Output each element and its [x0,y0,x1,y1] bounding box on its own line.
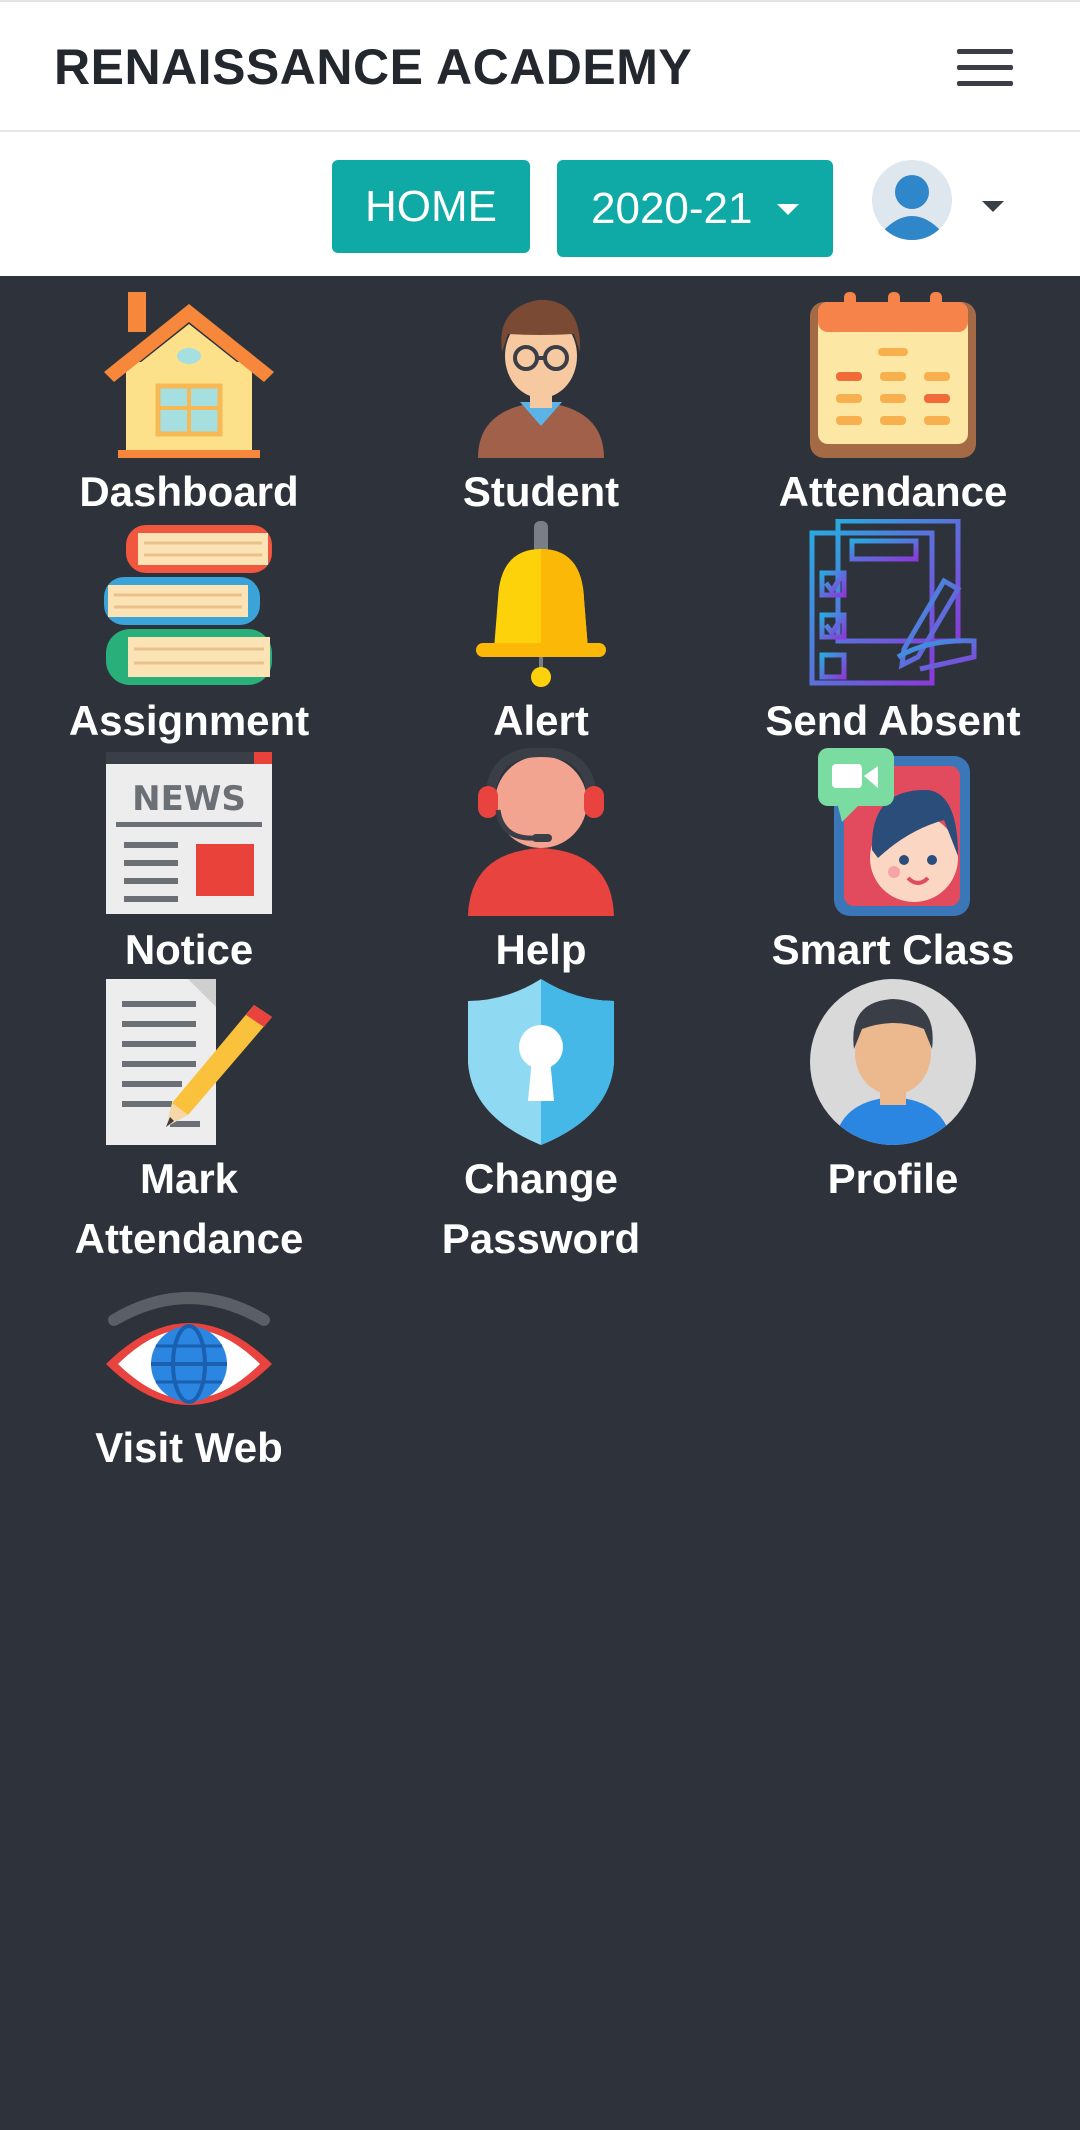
menu-label: Change [463,1155,618,1202]
menu-tile-profile[interactable]: Profile [723,977,1063,1209]
house-icon [104,292,274,458]
menu-label: Assignment [68,697,310,744]
menu-label: Notice [124,926,254,973]
app-header: RENAISSANCE ACADEMY [0,0,1080,132]
eye-globe-icon [106,1292,272,1405]
menu-label-line2: Attendance [74,1215,304,1262]
menu-tile-smart-class[interactable]: Smart Class [723,748,1063,980]
session-year-dropdown[interactable]: 2020-21 [557,160,833,257]
menu-label: Attendance [778,468,1008,515]
menu-tile-student[interactable]: Student [371,290,711,522]
menu-tile-notice[interactable]: NEWS Notice [19,748,359,980]
calendar-icon [810,292,976,458]
checklist-icon [809,519,977,686]
bell-icon [476,521,606,687]
menu-tile-attendance[interactable]: Attendance [723,290,1063,522]
menu-label: Smart Class [771,926,1015,973]
user-menu-chevron-icon[interactable] [982,201,1004,212]
menu-label: Dashboard [79,468,299,515]
shield-lock-icon [468,979,614,1145]
document-pencil-icon [106,979,272,1145]
menu-tile-send-absent[interactable]: Send Absent [723,519,1063,751]
session-year-label: 2020-21 [591,183,753,233]
student-icon [478,299,604,458]
menu-label: Send Absent [765,697,1021,744]
app-title: RENAISSANCE ACADEMY [54,39,693,95]
menu-tile-assignment[interactable]: Assignment [19,519,359,751]
newspaper-icon: NEWS [106,752,272,914]
menu-tile-help[interactable]: Help [371,748,711,980]
menu-tile-dashboard[interactable]: Dashboard [19,290,359,522]
video-call-icon [818,748,970,916]
support-agent-icon [468,748,614,916]
menu-tile-change-password[interactable]: Change Password [371,977,711,1269]
menu-label: Student [462,468,620,515]
svg-text:NEWS: NEWS [132,779,246,819]
books-icon [104,525,272,685]
chevron-down-icon [777,204,799,215]
menu-tile-visit-web[interactable]: Visit Web [19,1286,359,1478]
home-button[interactable]: HOME [332,160,530,253]
menu-label: Mark [139,1155,239,1202]
hamburger-menu-icon[interactable] [954,44,1016,92]
user-avatar-icon[interactable] [872,160,952,240]
profile-avatar-icon [810,979,976,1145]
menu-tile-alert[interactable]: Alert [371,519,711,751]
menu-tile-mark-attendance[interactable]: Mark Attendance [19,977,359,1269]
menu-label-line2: Password [441,1215,641,1262]
menu-label: Alert [493,697,589,744]
menu-label: Visit Web [95,1424,283,1471]
menu-label: Help [495,926,587,973]
nav-bar: HOME 2020-21 [0,132,1080,276]
menu-label: Profile [827,1155,959,1202]
